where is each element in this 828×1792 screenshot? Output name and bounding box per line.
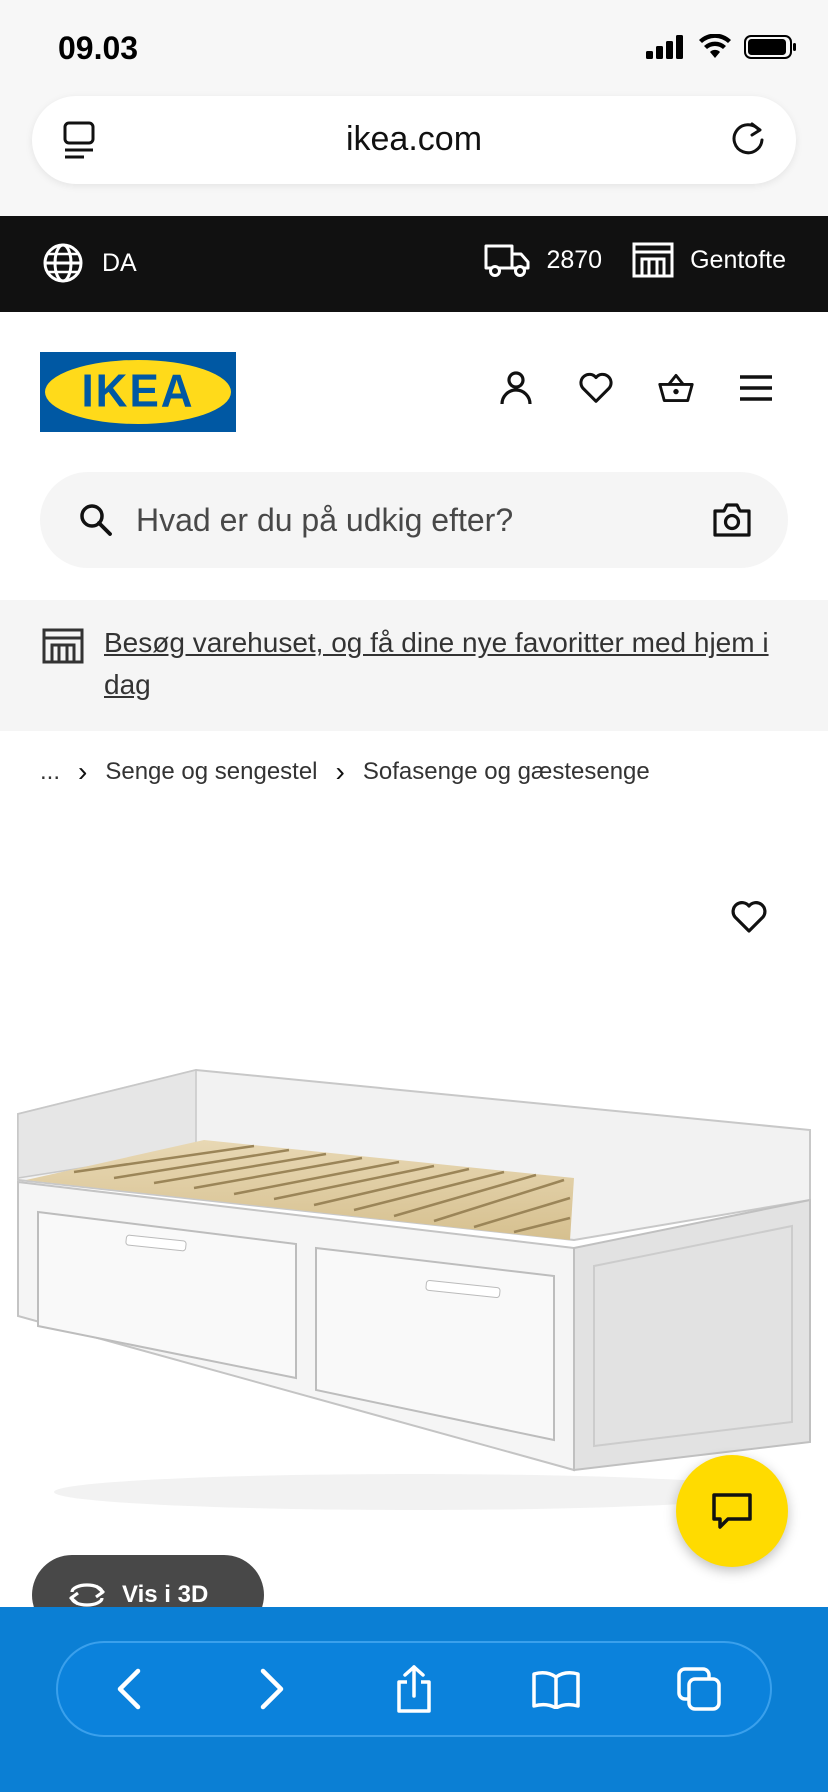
- tabs-icon: [677, 1667, 721, 1711]
- profile-button[interactable]: [498, 370, 534, 406]
- store-visit-link[interactable]: Besøg varehuset, og få dine nye favoritt…: [104, 622, 784, 706]
- store-icon: [42, 628, 84, 664]
- signal-icon: [646, 35, 683, 59]
- chevron-right-icon: ›: [335, 756, 345, 787]
- chevron-left-icon: [117, 1668, 141, 1710]
- hamburger-menu-icon: [740, 375, 772, 401]
- chevron-right-icon: ›: [78, 756, 88, 787]
- status-bar: 09.03: [0, 0, 828, 96]
- search-input[interactable]: [136, 472, 636, 568]
- logo-text: IKEA: [81, 365, 195, 418]
- rotate-3d-icon: [69, 1583, 105, 1607]
- search-icon: [80, 504, 112, 536]
- store-selector[interactable]: Gentofte: [632, 242, 786, 278]
- chat-bubble-icon: [712, 1493, 752, 1529]
- delivery-postal-code[interactable]: 2870: [484, 242, 602, 278]
- search-bar[interactable]: [40, 472, 788, 568]
- breadcrumb-item-daybeds[interactable]: Sofasenge og gæstesenge: [363, 758, 650, 786]
- battery-icon: [744, 35, 796, 59]
- breadcrumb-ellipsis[interactable]: ...: [40, 758, 60, 786]
- chat-button[interactable]: [676, 1455, 788, 1567]
- truck-icon: [484, 244, 530, 277]
- store-icon: [632, 242, 674, 278]
- favourites-button[interactable]: [578, 370, 614, 406]
- language-selector[interactable]: DA: [42, 242, 137, 284]
- ikea-logo[interactable]: IKEA: [40, 352, 236, 432]
- back-button[interactable]: [99, 1659, 159, 1719]
- share-button[interactable]: [384, 1659, 444, 1719]
- browser-toolbar: [0, 1607, 828, 1792]
- chevron-right-icon: [260, 1668, 283, 1710]
- tabs-button[interactable]: [669, 1659, 729, 1719]
- wifi-icon: [699, 34, 731, 58]
- view-in-3d-label: Vis i 3D: [122, 1581, 209, 1608]
- store-label: Gentofte: [690, 245, 786, 274]
- status-time: 09.03: [58, 30, 139, 66]
- camera-icon[interactable]: [712, 502, 752, 538]
- store-visit-banner: Besøg varehuset, og få dine nye favoritt…: [0, 600, 828, 731]
- status-icons: [646, 34, 798, 60]
- user-icon: [500, 371, 532, 405]
- breadcrumb: ... › Senge og sengestel › Sofasenge og …: [40, 756, 650, 788]
- browser-chrome: ikea.com: [0, 96, 828, 216]
- add-to-favourites-heart-icon[interactable]: [730, 900, 768, 934]
- share-icon: [397, 1665, 431, 1713]
- heart-icon: [579, 372, 613, 403]
- book-icon: [532, 1671, 581, 1709]
- bookmarks-button[interactable]: [526, 1659, 586, 1719]
- utility-bar: DA 2870 Gentofte: [0, 216, 828, 312]
- site-header: IKEA: [0, 312, 828, 462]
- globe-icon: [43, 243, 83, 283]
- forward-button[interactable]: [242, 1659, 302, 1719]
- menu-button[interactable]: [738, 370, 774, 406]
- breadcrumb-item-beds[interactable]: Senge og sengestel: [105, 758, 317, 786]
- browser-nav-pill: [56, 1641, 772, 1737]
- basket-icon: [658, 373, 694, 403]
- postal-code-label: 2870: [546, 245, 603, 274]
- reload-icon[interactable]: [728, 120, 768, 160]
- language-label: DA: [102, 248, 137, 277]
- url-text[interactable]: ikea.com: [32, 120, 796, 159]
- logo-oval: IKEA: [45, 360, 231, 424]
- address-bar[interactable]: ikea.com: [32, 96, 796, 184]
- basket-button[interactable]: [658, 370, 694, 406]
